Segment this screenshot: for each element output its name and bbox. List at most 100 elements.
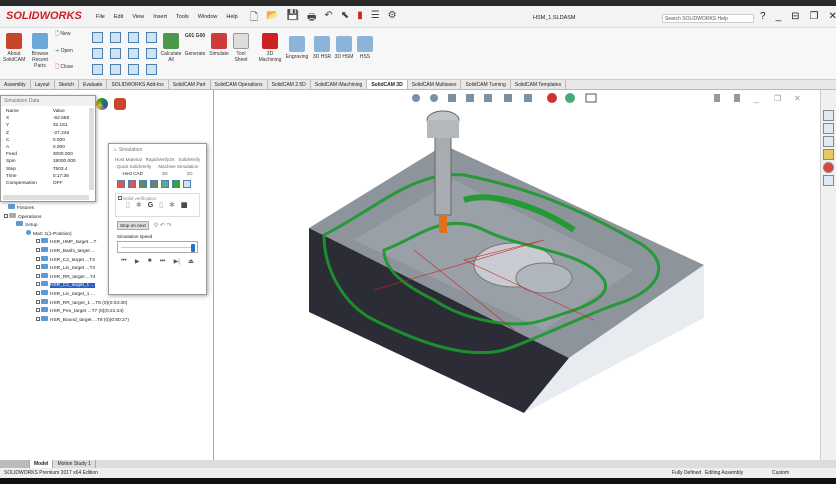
- appearance-icon[interactable]: [547, 93, 557, 103]
- view-settings-icon[interactable]: [585, 93, 597, 103]
- display-icon[interactable]: [172, 180, 180, 188]
- tab-evaluate[interactable]: Evaluate: [79, 80, 108, 89]
- display-icon[interactable]: [117, 180, 125, 188]
- tab-host-cad[interactable]: Host CAD: [122, 170, 142, 177]
- open-button[interactable]: ➜ Open: [55, 48, 73, 54]
- pane-restore[interactable]: ❐: [774, 94, 781, 103]
- help-icon[interactable]: ?: [760, 11, 766, 22]
- view-icon[interactable]: [146, 32, 157, 43]
- pane-close[interactable]: ✕: [794, 94, 801, 103]
- close-button[interactable]: ✕: [828, 11, 836, 22]
- file-explorer-icon[interactable]: [823, 136, 834, 147]
- open-icon[interactable]: 📂: [266, 10, 278, 27]
- tab-3d[interactable]: 3D: [162, 170, 168, 177]
- tab-solidverify[interactable]: SolidVerify: [178, 156, 200, 163]
- display-icon[interactable]: [139, 180, 147, 188]
- menu-view[interactable]: View: [132, 14, 144, 20]
- pane-minimize[interactable]: _: [753, 93, 760, 103]
- checkbox[interactable]: [36, 273, 40, 278]
- grid-icon[interactable]: [183, 180, 191, 188]
- tab-model[interactable]: Model: [30, 460, 54, 468]
- tree-op[interactable]: HSR_RR_target_1 ...T6 (0)(0:04:30): [4, 298, 129, 308]
- end-icon[interactable]: ▶|: [174, 258, 180, 265]
- select-icon[interactable]: ⬉: [341, 10, 349, 27]
- menu-window[interactable]: Window: [198, 14, 218, 20]
- pane-icon[interactable]: [714, 94, 720, 102]
- tab-solidcam-3d[interactable]: SolidCAM 3D: [367, 80, 408, 89]
- tab-solidcam-turning[interactable]: SolidCAM Turning: [461, 80, 511, 89]
- solidworks-resources-icon[interactable]: [823, 110, 834, 121]
- tab-2d[interactable]: 2D: [187, 170, 193, 177]
- 3d-machining-button[interactable]: 3D Machining: [258, 33, 282, 63]
- tab-layout[interactable]: Layout: [31, 80, 55, 89]
- search-icon[interactable]: ⚲ ↶ ↷: [154, 222, 172, 229]
- menu-insert[interactable]: Insert: [153, 14, 167, 20]
- tool-sheet-button[interactable]: Tool Sheet: [232, 33, 250, 63]
- view-icon[interactable]: [128, 48, 139, 59]
- stop-on-next-button[interactable]: Stop on next: [117, 221, 149, 230]
- view-icon[interactable]: [110, 64, 121, 75]
- menu-edit[interactable]: Edit: [114, 14, 123, 20]
- checkbox[interactable]: [36, 265, 40, 270]
- tab-solidcam-imachining[interactable]: SolidCAM iMachining: [311, 80, 368, 89]
- calculate-all-button[interactable]: Calculate All: [160, 33, 182, 63]
- simulation-speed-slider[interactable]: [117, 241, 198, 253]
- menu-tools[interactable]: Tools: [176, 14, 189, 20]
- engraving-button[interactable]: Engraving: [285, 36, 309, 60]
- pin-button[interactable]: ⊟: [791, 11, 799, 22]
- checkbox[interactable]: [36, 282, 40, 287]
- checkbox[interactable]: [36, 247, 40, 252]
- options-gear-icon[interactable]: ⚙: [388, 10, 397, 27]
- play-icon[interactable]: ▶: [135, 258, 140, 265]
- about-solidcam-button[interactable]: About SolidCAM: [3, 33, 25, 63]
- appearances-icon[interactable]: [823, 162, 834, 173]
- view-icon[interactable]: [92, 64, 103, 75]
- tab-addins[interactable]: SOLIDWORKS Add-Ins: [107, 80, 169, 89]
- tab-assembly[interactable]: Assembly: [0, 80, 31, 89]
- zoom-icon[interactable]: [412, 94, 420, 102]
- tab-solidcam-25d[interactable]: SolidCAM 2.5D: [268, 80, 311, 89]
- scene-icon[interactable]: [565, 93, 575, 103]
- hide-show-icon[interactable]: [524, 94, 532, 102]
- checkbox[interactable]: [36, 256, 40, 261]
- menu-file[interactable]: File: [96, 14, 105, 20]
- view-icon[interactable]: [110, 32, 121, 43]
- view-icon[interactable]: [110, 48, 121, 59]
- close-part-button[interactable]: 🗋 Close: [55, 64, 73, 70]
- browse-recent-button[interactable]: Browse Recent Parts: [30, 33, 50, 69]
- view-icon[interactable]: [92, 48, 103, 59]
- simulate-button[interactable]: Simulate: [208, 33, 230, 57]
- display-icon[interactable]: [161, 180, 169, 188]
- solid-verification-checkbox[interactable]: [118, 196, 122, 200]
- tab-solidcam-operations[interactable]: SolidCAM Operations: [211, 80, 268, 89]
- save-icon[interactable]: 💾: [287, 10, 299, 27]
- help-search-input[interactable]: Search SOLIDWORKS Help: [662, 14, 754, 23]
- view-icon[interactable]: [146, 64, 157, 75]
- display-style-icon[interactable]: [504, 94, 512, 102]
- tab-solidcam-multiaxes[interactable]: SolidCAM Multiaxes: [408, 80, 462, 89]
- checkbox[interactable]: [36, 239, 40, 244]
- tab-quick-solidverify[interactable]: Quick SolidVerify: [117, 163, 152, 170]
- file-properties-icon[interactable]: ☰: [371, 10, 380, 27]
- checkbox[interactable]: [36, 299, 40, 304]
- restore-button[interactable]: ❐: [810, 11, 819, 22]
- view-icon[interactable]: [92, 32, 103, 43]
- view-icon[interactable]: [146, 48, 157, 59]
- horizontal-scrollbar[interactable]: [3, 195, 89, 200]
- 3d-hsm-button[interactable]: 3D HSM: [334, 36, 354, 60]
- stop-icon[interactable]: ■: [148, 258, 152, 265]
- zoom-area-icon[interactable]: [430, 94, 438, 102]
- solidcam-manager-icon[interactable]: [114, 98, 126, 110]
- checkbox[interactable]: [36, 308, 40, 313]
- rebuild-icon[interactable]: ▮: [357, 10, 363, 27]
- view-palette-icon[interactable]: [823, 149, 834, 160]
- display-icon[interactable]: [128, 180, 136, 188]
- 3d-hsr-button[interactable]: 3D HSR: [312, 36, 332, 60]
- undo-icon[interactable]: ↶: [324, 10, 332, 27]
- section-view-icon[interactable]: [466, 94, 474, 102]
- tab-machine-simulation[interactable]: Machine Simulation: [158, 163, 198, 170]
- view-orientation-icon[interactable]: [484, 94, 492, 102]
- generate-button[interactable]: G01 G00 Generate: [184, 33, 206, 57]
- display-manager-icon[interactable]: [96, 98, 108, 110]
- new-button[interactable]: 🗋 New: [55, 31, 70, 37]
